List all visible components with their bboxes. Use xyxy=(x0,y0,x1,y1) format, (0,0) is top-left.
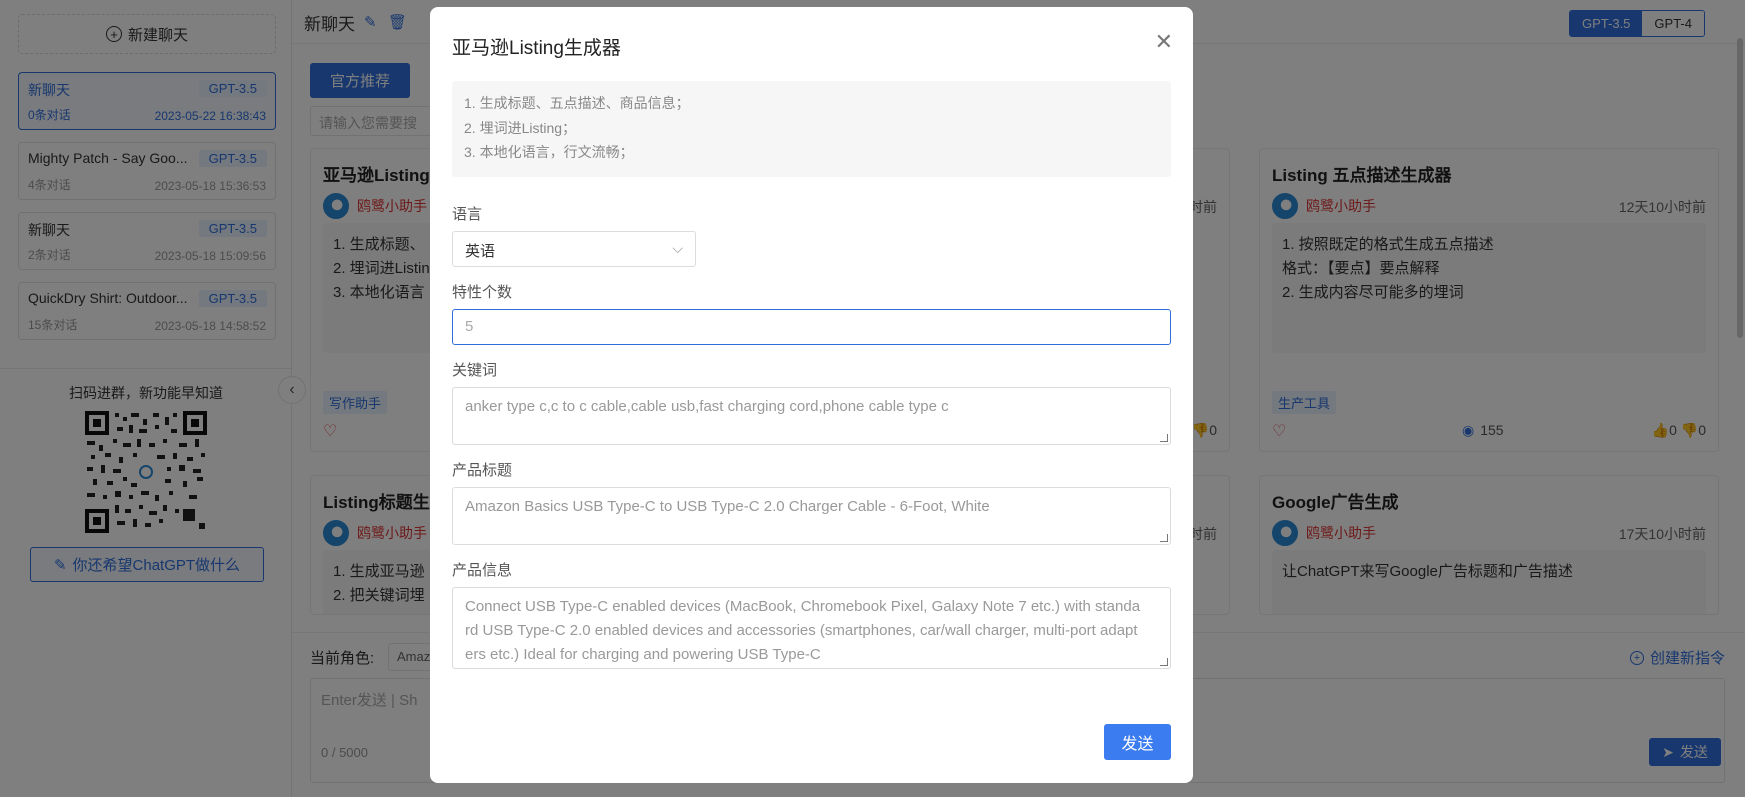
close-icon[interactable]: ✕ xyxy=(1155,31,1173,53)
keywords-label: 关键词 xyxy=(452,362,498,379)
product-info-label: 产品信息 xyxy=(452,562,513,579)
keywords-textarea[interactable]: anker type c,c to c cable,cable usb,fast… xyxy=(452,387,1171,445)
language-select[interactable]: 英语 ⌵ xyxy=(452,231,696,267)
language-value: 英语 xyxy=(465,243,496,260)
product-title-label: 产品标题 xyxy=(452,462,513,479)
description-line: 1. 生成标题、五点描述、商品信息； xyxy=(464,95,690,111)
modal-description: 1. 生成标题、五点描述、商品信息； 2. 埋词进Listing； 3. 本地化… xyxy=(452,81,1171,177)
product-title-placeholder: Amazon Basics USB Type-C to USB Type-C 2… xyxy=(465,498,990,515)
modal-title: 亚马逊Listing生成器 xyxy=(452,38,621,59)
language-label: 语言 xyxy=(452,206,483,223)
resize-handle-icon[interactable] xyxy=(1160,534,1168,542)
listing-generator-modal: 亚马逊Listing生成器 ✕ 1. 生成标题、五点描述、商品信息； 2. 埋词… xyxy=(430,7,1193,783)
resize-handle-icon[interactable] xyxy=(1160,434,1168,442)
product-info-textarea[interactable]: Connect USB Type-C enabled devices (MacB… xyxy=(452,587,1171,669)
feature-count-label: 特性个数 xyxy=(452,284,513,301)
product-info-line: rd USB Type-C 2.0 enabled devices and ac… xyxy=(465,622,1138,639)
product-info-line: Connect USB Type-C enabled devices (MacB… xyxy=(465,598,1141,615)
product-info-line: ers etc.) Ideal for charging and powerin… xyxy=(465,646,821,663)
feature-count-input[interactable]: 5 xyxy=(452,309,1171,345)
resize-handle-icon[interactable] xyxy=(1160,658,1168,666)
keywords-placeholder: anker type c,c to c cable,cable usb,fast… xyxy=(465,398,949,415)
modal-send-button[interactable]: 发送 xyxy=(1104,724,1171,760)
product-title-textarea[interactable]: Amazon Basics USB Type-C to USB Type-C 2… xyxy=(452,487,1171,545)
description-line: 3. 本地化语言，行文流畅； xyxy=(464,144,634,160)
description-line: 2. 埋词进Listing； xyxy=(464,119,577,136)
chevron-down-icon: ⌵ xyxy=(672,240,683,256)
